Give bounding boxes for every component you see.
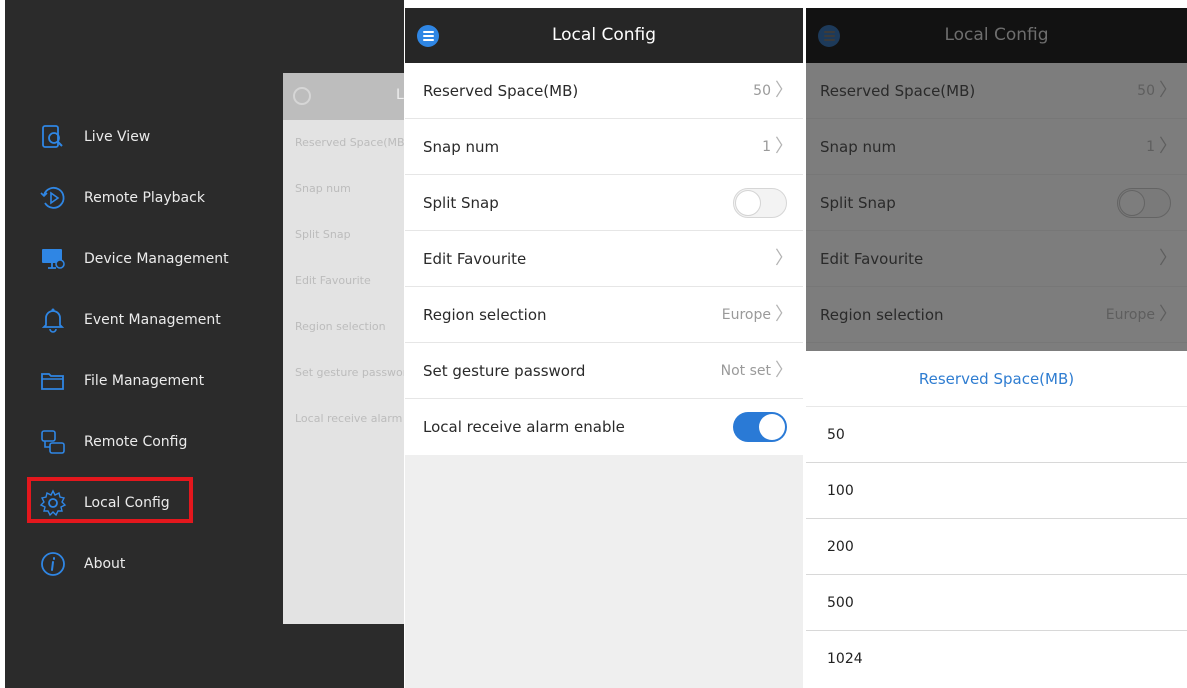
dimmed-settings-list: Reserved Space(MB) 50 〉 Snap num 1 〉 Spl… <box>806 63 1187 351</box>
setting-region-selection: Region selection Europe 〉 <box>806 287 1187 343</box>
picker-title: Reserved Space(MB) <box>806 351 1187 407</box>
reserved-space-picker: Reserved Space(MB) 50 100 200 500 1024 <box>806 351 1187 687</box>
peek-header: L <box>283 73 404 120</box>
menu-item-label: Device Management <box>84 250 229 267</box>
menu-item-about[interactable]: About <box>5 533 283 594</box>
top-bar: Local Config <box>806 8 1187 63</box>
menu-item-file-management[interactable]: File Management <box>5 350 283 411</box>
menu-icon <box>293 87 311 105</box>
peek-row: Snap num <box>295 182 351 195</box>
menu-icon <box>818 25 840 47</box>
chevron-right-icon: 〉 <box>775 247 793 269</box>
split-snap-toggle[interactable] <box>733 187 787 218</box>
setting-label: Edit Favourite <box>423 249 527 268</box>
chevron-right-icon: 〉 <box>775 135 793 157</box>
setting-label: Region selection <box>423 305 547 324</box>
toggle-knob <box>1119 189 1145 216</box>
picker-option[interactable]: 200 <box>806 519 1187 575</box>
setting-label: Reserved Space(MB) <box>423 81 579 100</box>
remote-config-icon <box>38 427 68 457</box>
chevron-right-icon: 〉 <box>775 303 793 325</box>
setting-split-snap: Split Snap <box>405 175 803 231</box>
peek-row: Set gesture password <box>295 366 404 379</box>
setting-snap-num: Snap num 1 〉 <box>806 119 1187 175</box>
setting-local-receive-alarm: Local receive alarm enable <box>405 399 803 455</box>
page-title: Local Config <box>944 25 1049 45</box>
setting-value: 50 <box>1137 82 1155 99</box>
peek-row: Split Snap <box>295 228 351 241</box>
info-icon <box>38 549 68 579</box>
peek-row: Local receive alarm enable <box>295 412 404 425</box>
highlight-box <box>27 477 193 523</box>
playback-icon <box>38 183 68 213</box>
setting-region-selection[interactable]: Region selection Europe 〉 <box>405 287 803 343</box>
settings-list: Reserved Space(MB) 50 〉 Snap num 1 〉 Spl… <box>405 63 803 455</box>
picker-option[interactable]: 500 <box>806 575 1187 631</box>
folder-icon <box>38 366 68 396</box>
setting-label: Region selection <box>820 305 944 324</box>
setting-snap-num[interactable]: Snap num 1 〉 <box>405 119 803 175</box>
menu-item-remote-config[interactable]: Remote Config <box>5 411 283 472</box>
chevron-right-icon: 〉 <box>1159 79 1177 101</box>
menu-item-label: Event Management <box>84 311 221 328</box>
setting-reserved-space[interactable]: Reserved Space(MB) 50 〉 <box>405 63 803 119</box>
chevron-right-icon: 〉 <box>1159 247 1177 269</box>
bell-icon <box>38 305 68 335</box>
chevron-right-icon: 〉 <box>1159 135 1177 157</box>
peek-row: Edit Favourite <box>295 274 371 287</box>
menu-item-event-management[interactable]: Event Management <box>5 289 283 350</box>
setting-label: Local receive alarm enable <box>423 418 625 436</box>
setting-label: Set gesture password <box>423 361 586 380</box>
setting-value: Europe <box>1105 306 1155 323</box>
device-icon <box>38 244 68 274</box>
menu-item-label: Live View <box>84 128 151 145</box>
setting-value: Not set <box>720 362 771 379</box>
menu-item-label: Remote Playback <box>84 189 205 206</box>
picker-option[interactable]: 1024 <box>806 631 1187 687</box>
picker-option[interactable]: 50 <box>806 407 1187 463</box>
setting-reserved-space: Reserved Space(MB) 50 〉 <box>806 63 1187 119</box>
setting-value: 50 <box>753 82 771 99</box>
menu-item-live-view[interactable]: Live View <box>5 106 283 167</box>
chevron-right-icon: 〉 <box>1159 303 1177 325</box>
setting-label: Split Snap <box>820 193 896 212</box>
setting-value: 1 <box>1146 138 1155 155</box>
dim-overlay-tail <box>806 343 1187 351</box>
menu-item-label: About <box>84 555 126 572</box>
top-bar: Local Config <box>405 8 803 63</box>
split-snap-toggle <box>1117 187 1171 218</box>
toggle-knob <box>735 189 761 216</box>
side-menu-panel: L Reserved Space(MB) Snap num Split Snap… <box>5 0 404 688</box>
chevron-right-icon: 〉 <box>775 359 793 381</box>
setting-split-snap: Split Snap <box>806 175 1187 231</box>
setting-label: Reserved Space(MB) <box>820 81 976 100</box>
setting-label: Snap num <box>820 137 897 156</box>
setting-label: Edit Favourite <box>820 249 924 268</box>
background-page-peek: L Reserved Space(MB) Snap num Split Snap… <box>283 73 404 624</box>
setting-label: Split Snap <box>423 193 499 212</box>
setting-label: Snap num <box>423 137 500 156</box>
menu-icon[interactable] <box>417 25 439 47</box>
setting-edit-favourite: Edit Favourite 〉 <box>806 231 1187 287</box>
peek-row: Region selection <box>295 320 386 333</box>
alarm-enable-toggle[interactable] <box>733 412 787 442</box>
setting-gesture-password[interactable]: Set gesture password Not set 〉 <box>405 343 803 399</box>
menu-item-remote-playback[interactable]: Remote Playback <box>5 167 283 228</box>
reserved-space-picker-panel: Local Config Reserved Space(MB) 50 〉 Sna… <box>806 8 1187 688</box>
setting-value: 1 <box>762 138 771 155</box>
menu-item-label: Remote Config <box>84 433 188 450</box>
setting-edit-favourite[interactable]: Edit Favourite 〉 <box>405 231 803 287</box>
setting-value: Europe <box>721 306 771 323</box>
page-title: Local Config <box>551 25 656 45</box>
local-config-panel: Local Config Reserved Space(MB) 50 〉 Sna… <box>405 8 803 688</box>
menu-item-device-management[interactable]: Device Management <box>5 228 283 289</box>
peek-row: Reserved Space(MB) <box>295 136 404 149</box>
chevron-right-icon: 〉 <box>775 79 793 101</box>
live-view-icon <box>38 122 68 152</box>
menu-item-label: File Management <box>84 372 205 389</box>
toggle-knob <box>759 414 785 440</box>
screenshot-stage: L Reserved Space(MB) Snap num Split Snap… <box>0 0 1187 688</box>
peek-title: L <box>396 87 404 103</box>
picker-option[interactable]: 100 <box>806 463 1187 519</box>
